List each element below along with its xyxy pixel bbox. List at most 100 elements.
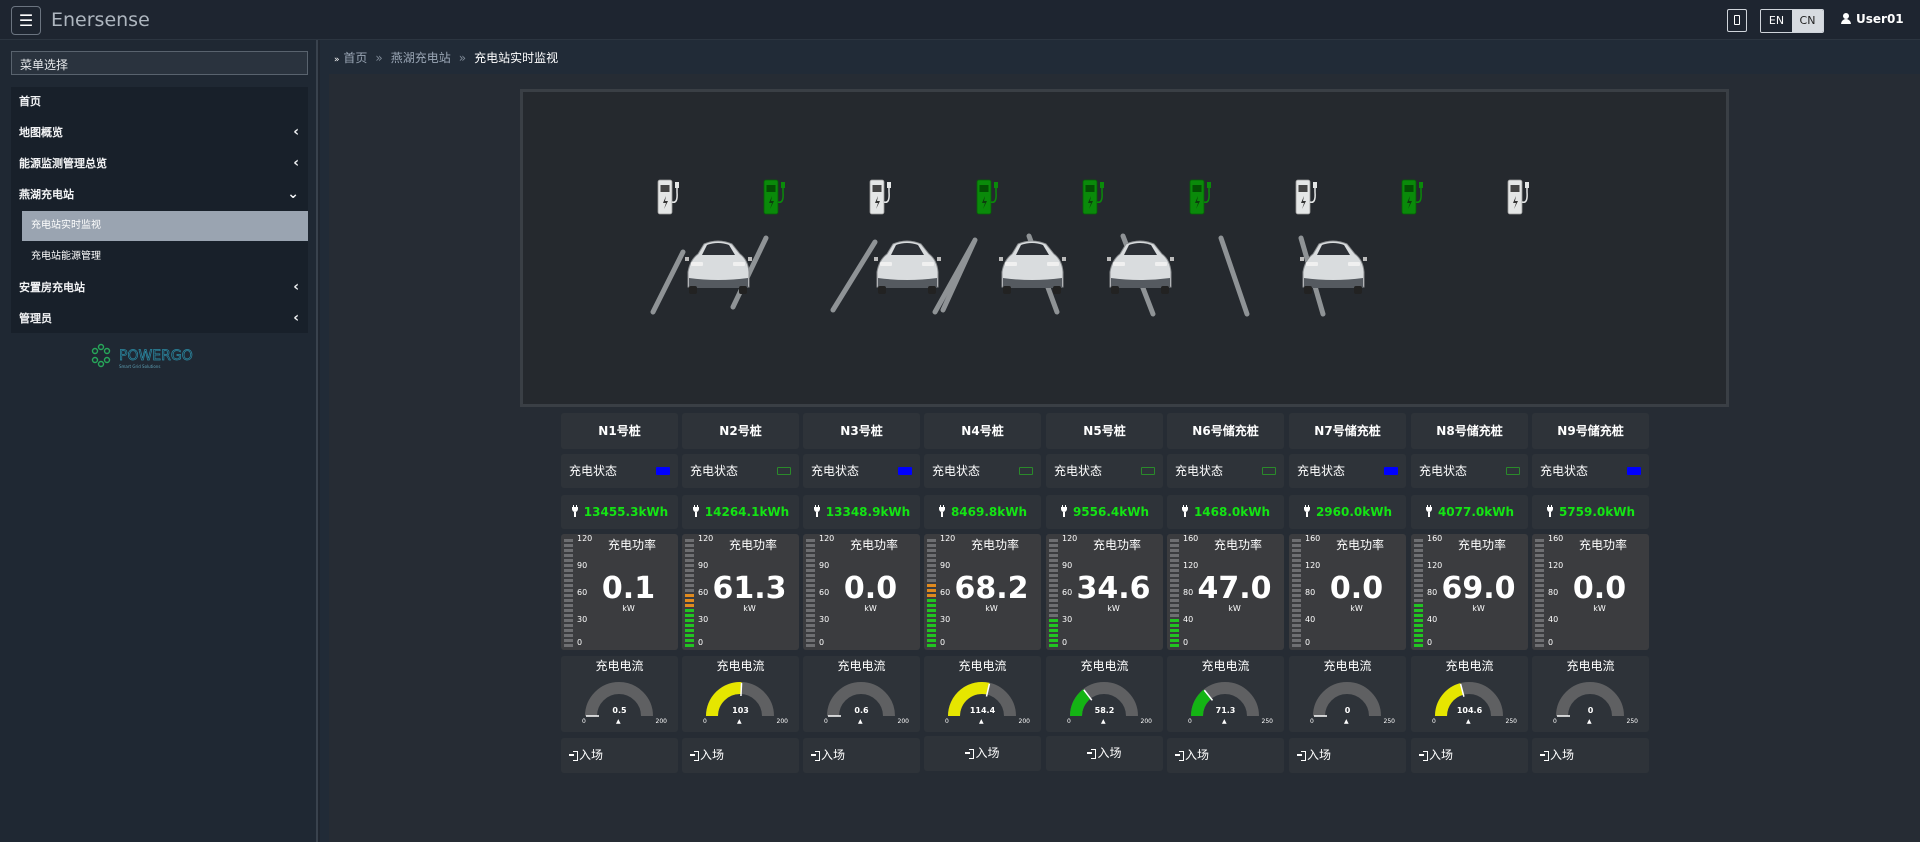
sign-in-icon <box>1175 751 1184 761</box>
power-bar-segment <box>564 539 573 542</box>
menu-toggle-button[interactable]: ☰ <box>11 6 41 35</box>
power-gauge: 160 120 80 40 0 充电功率 69.0 kW <box>1411 534 1528 650</box>
power-gauge: 160 120 80 40 0 充电功率 0.0 kW <box>1289 534 1406 650</box>
sidebar-item-energy[interactable]: 能源监测管理总览 ‹ <box>11 149 308 178</box>
power-bar-segment <box>1049 579 1058 582</box>
power-bar-segment <box>1049 634 1058 637</box>
enter-label: 入场 <box>1097 746 1122 760</box>
power-bar-segment <box>806 544 815 547</box>
power-bar-segment <box>927 549 936 552</box>
power-bar-segment <box>806 539 815 542</box>
power-bar-segment <box>1292 629 1301 632</box>
power-bar-segment <box>1292 569 1301 572</box>
power-bar-segment <box>1170 614 1179 617</box>
sidebar-item-yanhu[interactable]: 燕湖充电站 ⌄ <box>11 180 308 209</box>
power-bar-segment <box>1535 639 1544 642</box>
charge-state-row: 充电状态 <box>803 454 920 488</box>
enter-button[interactable]: 入场 <box>1289 738 1406 773</box>
energy-value: 4077.0kWh <box>1437 505 1515 519</box>
current-label: 充电电流 <box>716 659 765 673</box>
power-bar-segment <box>1292 544 1301 547</box>
lang-cn-button[interactable]: CN <box>1792 10 1823 32</box>
power-bar-segment <box>564 559 573 562</box>
power-bar-segment <box>1170 589 1179 592</box>
plug-icon <box>938 505 946 517</box>
power-bar-scale <box>1535 537 1544 647</box>
power-bar-segment <box>806 614 815 617</box>
power-bar-segment <box>1170 544 1179 547</box>
battery-status-icon <box>1384 467 1398 475</box>
car-icon <box>685 240 752 294</box>
power-bar-segment <box>685 574 694 577</box>
power-bar-segment <box>685 634 694 637</box>
enter-button[interactable]: 入场 <box>1532 738 1649 773</box>
power-bar-segment <box>564 634 573 637</box>
power-tick-label: 0 <box>698 638 704 647</box>
plug-icon <box>813 505 821 517</box>
power-bar-segment <box>564 584 573 587</box>
current-label: 充电电流 <box>1445 659 1494 673</box>
power-bar-segment <box>685 639 694 642</box>
power-label: 充电功率 <box>1578 538 1627 552</box>
sign-in-icon <box>569 751 578 761</box>
current-label: 充电电流 <box>1080 659 1129 673</box>
current-value: 0.5 <box>612 706 627 715</box>
sidebar-subitem-monitor[interactable]: 充电站实时监视 <box>22 211 308 241</box>
sidebar-item-label: 燕湖充电站 <box>19 188 74 201</box>
sidebar-item-anzhi[interactable]: 安置房充电站 ‹ <box>11 273 308 302</box>
power-bar-segment <box>685 619 694 622</box>
enter-button[interactable]: 入场 <box>1167 738 1284 773</box>
mobile-view-button[interactable] <box>1727 9 1747 32</box>
current-label: 充电电流 <box>837 659 886 673</box>
enter-button[interactable]: 入场 <box>1411 738 1528 773</box>
power-bar-segment <box>1414 644 1423 647</box>
power-bar-segment <box>1049 569 1058 572</box>
power-bar-scale <box>806 537 815 647</box>
charge-state-label: 充电状态 <box>690 464 739 478</box>
sidebar-subitem-energy-mgmt[interactable]: 充电站能源管理 <box>22 242 308 272</box>
power-bar-segment <box>806 594 815 597</box>
power-unit: kW <box>864 604 877 613</box>
charge-state-label: 充电状态 <box>811 464 860 478</box>
user-name: User01 <box>1856 12 1904 26</box>
power-bar-segment <box>1414 639 1423 642</box>
powergo-logo: POWERGO Smart Grid Solutions <box>91 343 193 369</box>
language-switch: EN CN <box>1760 9 1824 33</box>
breadcrumb-station[interactable]: 燕湖充电站 <box>391 51 451 65</box>
sidebar-menu: 首页 地图概览 ‹ 能源监测管理总览 ‹ 燕湖充电站 ⌄ 充电站实时监视 充电站能源管… <box>11 87 308 333</box>
power-bar-segment <box>806 624 815 627</box>
power-bar-segment <box>927 559 936 562</box>
lang-en-button[interactable]: EN <box>1761 10 1792 32</box>
menu-select-field[interactable]: 菜单选择 <box>11 51 308 75</box>
logo-text: POWERGO <box>119 348 193 364</box>
power-bar-segment <box>685 539 694 542</box>
power-bar-segment <box>1170 604 1179 607</box>
power-bar-segment <box>685 579 694 582</box>
sidebar-item-label: 首页 <box>19 95 41 108</box>
power-gauge: 120 90 60 30 0 充电功率 34.6 kW <box>1046 534 1163 650</box>
enter-button[interactable]: 入场 <box>561 738 678 773</box>
power-bar-segment <box>1292 579 1301 582</box>
power-bar-segment <box>1535 584 1544 587</box>
power-bar-segment <box>564 594 573 597</box>
power-bar-scale <box>564 537 573 647</box>
user-menu[interactable]: User01 <box>1841 12 1904 26</box>
power-bar-segment <box>1535 559 1544 562</box>
power-bar-segment <box>1414 614 1423 617</box>
breadcrumb-sep: » <box>458 51 467 65</box>
power-bar-segment <box>1049 589 1058 592</box>
enter-button[interactable]: 入场 <box>803 738 920 773</box>
power-bar-segment <box>1414 554 1423 557</box>
charge-state-label: 充电状态 <box>1419 464 1468 478</box>
enter-button[interactable]: 入场 <box>682 738 799 773</box>
current-value: 0 <box>1344 706 1351 715</box>
power-bar-segment <box>1535 629 1544 632</box>
enter-button[interactable]: 入场 <box>1046 736 1163 771</box>
sidebar-item-home[interactable]: 首页 <box>11 87 308 116</box>
power-unit: kW <box>743 604 756 613</box>
power-bar-segment <box>1049 564 1058 567</box>
breadcrumb-home[interactable]: 首页 <box>343 51 367 65</box>
sidebar-item-admin[interactable]: 管理员 ‹ <box>11 304 308 333</box>
enter-button[interactable]: 入场 <box>924 736 1041 771</box>
sidebar-item-map[interactable]: 地图概览 ‹ <box>11 118 308 147</box>
